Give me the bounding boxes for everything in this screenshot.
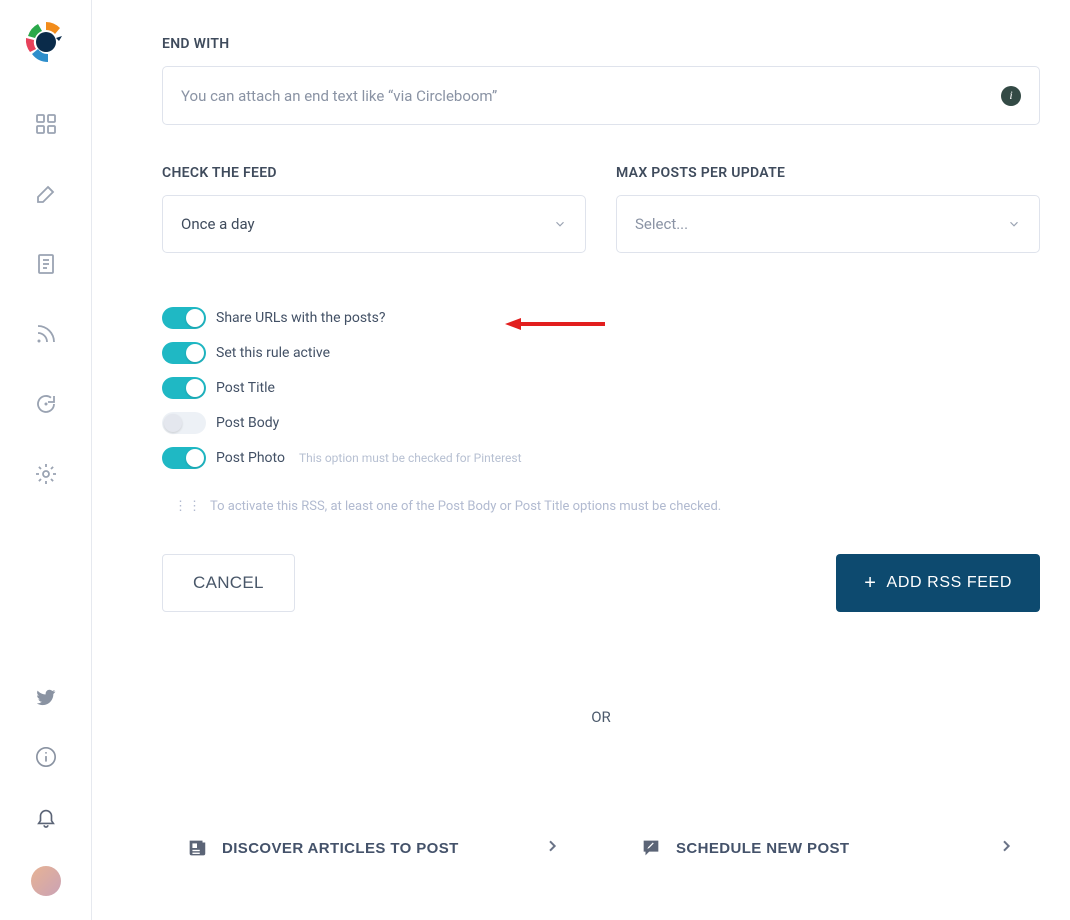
post-photo-label: Post Photo [216, 450, 285, 466]
main-content: END WITH You can attach an end text like… [92, 0, 1070, 920]
rss-icon[interactable] [34, 322, 58, 350]
activation-note: ⋮⋮ To activate this RSS, at least one of… [174, 499, 1040, 514]
refresh-icon[interactable] [34, 392, 58, 420]
end-with-placeholder: You can attach an end text like “via Cir… [181, 87, 497, 105]
max-posts-label: MAX POSTS PER UPDATE [616, 165, 1040, 181]
rule-active-toggle[interactable] [162, 342, 206, 364]
sidebar [0, 0, 92, 920]
compose-icon[interactable] [34, 182, 58, 210]
info-icon[interactable]: i [1001, 86, 1021, 106]
twitter-icon[interactable] [35, 686, 57, 712]
post-photo-toggle[interactable] [162, 447, 206, 469]
discover-label: DISCOVER ARTICLES TO POST [222, 840, 459, 857]
avatar[interactable] [31, 866, 61, 896]
toggle-list: Share URLs with the posts? Set this rule… [162, 307, 1040, 469]
app-logo [22, 18, 70, 66]
gear-icon[interactable] [34, 462, 58, 490]
post-title-toggle[interactable] [162, 377, 206, 399]
newspaper-icon [186, 837, 208, 859]
add-rss-label: ADD RSS FEED [887, 574, 1012, 592]
schedule-label: SCHEDULE NEW POST [676, 840, 849, 857]
schedule-new-post-button[interactable]: SCHEDULE NEW POST [616, 818, 1040, 878]
chevron-right-icon [544, 838, 560, 858]
sidebar-bottom [31, 686, 61, 896]
nav-icons [34, 112, 58, 490]
rule-active-label: Set this rule active [216, 345, 330, 361]
or-divider: OR [162, 708, 1040, 726]
max-posts-select[interactable]: Select... [616, 195, 1040, 253]
end-with-label: END WITH [162, 36, 1040, 52]
document-icon[interactable] [34, 252, 58, 280]
compose-speech-icon [640, 837, 662, 859]
post-body-toggle[interactable] [162, 412, 206, 434]
dashboard-icon[interactable] [34, 112, 58, 140]
share-urls-toggle[interactable] [162, 307, 206, 329]
max-posts-placeholder: Select... [635, 215, 688, 233]
check-feed-value: Once a day [181, 215, 255, 233]
chevron-down-icon [1007, 217, 1021, 231]
dots-icon: ⋮⋮ [174, 499, 202, 514]
post-photo-note: This option must be checked for Pinteres… [299, 451, 522, 465]
discover-articles-button[interactable]: DISCOVER ARTICLES TO POST [162, 818, 586, 878]
cancel-button[interactable]: CANCEL [162, 554, 295, 612]
chevron-right-icon [998, 838, 1014, 858]
check-feed-select[interactable]: Once a day [162, 195, 586, 253]
check-feed-label: CHECK THE FEED [162, 165, 586, 181]
chevron-down-icon [553, 217, 567, 231]
bell-icon[interactable] [35, 806, 57, 832]
add-rss-feed-button[interactable]: + ADD RSS FEED [836, 554, 1040, 612]
plus-icon: + [864, 573, 876, 593]
share-urls-label: Share URLs with the posts? [216, 310, 385, 326]
post-title-label: Post Title [216, 380, 275, 396]
post-body-label: Post Body [216, 415, 279, 431]
end-with-input[interactable]: You can attach an end text like “via Cir… [162, 66, 1040, 125]
info-circle-icon[interactable] [35, 746, 57, 772]
